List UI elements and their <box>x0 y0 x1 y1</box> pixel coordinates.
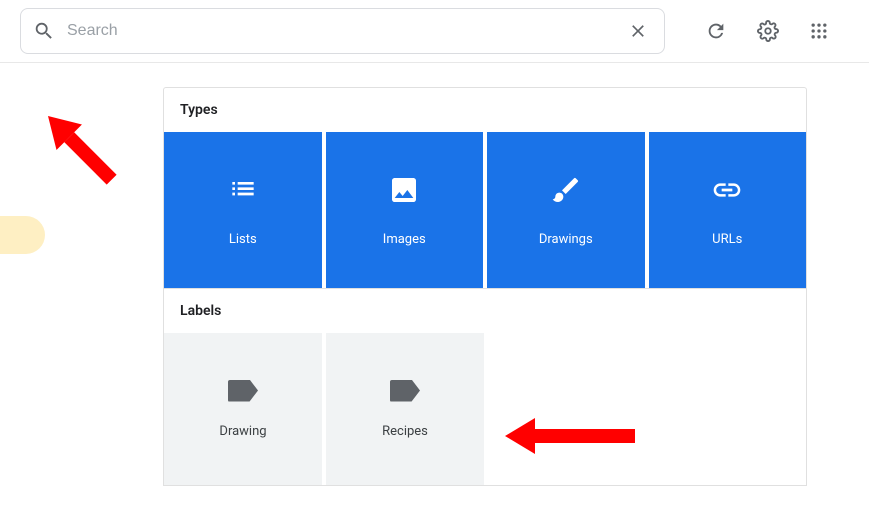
tile-label: Images <box>383 232 426 247</box>
gear-icon[interactable] <box>753 16 783 46</box>
brush-icon <box>550 174 582 206</box>
tile-label: Drawing <box>219 424 266 439</box>
tile-label: Recipes <box>382 424 428 439</box>
labels-header: Labels <box>164 289 806 333</box>
types-row: Lists Images Drawings URLs <box>164 132 806 288</box>
type-tile-drawings[interactable]: Drawings <box>487 132 645 288</box>
tile-label: URLs <box>712 232 742 247</box>
label-tile-recipes[interactable]: Recipes <box>326 333 484 485</box>
labels-panel: Labels Drawing Recipes <box>163 289 807 486</box>
topbar <box>0 0 869 63</box>
types-panel: Types Lists Images Drawings <box>163 87 807 289</box>
list-icon <box>227 174 259 206</box>
search-box[interactable] <box>20 8 665 54</box>
label-icon <box>228 380 258 402</box>
tile-label: Lists <box>229 232 257 247</box>
labels-row: Drawing Recipes <box>164 333 806 485</box>
types-header: Types <box>164 88 806 132</box>
close-icon[interactable] <box>624 17 652 45</box>
type-tile-lists[interactable]: Lists <box>164 132 322 288</box>
label-tile-drawing[interactable]: Drawing <box>164 333 322 485</box>
content-area: Types Lists Images Drawings <box>0 63 869 486</box>
label-icon <box>390 380 420 402</box>
refresh-icon[interactable] <box>701 16 731 46</box>
apps-grid-icon[interactable] <box>805 17 833 45</box>
tile-label: Drawings <box>539 232 593 247</box>
link-icon <box>711 174 743 206</box>
image-icon <box>388 174 420 206</box>
type-tile-images[interactable]: Images <box>326 132 484 288</box>
search-icon <box>33 20 55 42</box>
top-actions <box>701 16 833 46</box>
type-tile-urls[interactable]: URLs <box>649 132 807 288</box>
search-input[interactable] <box>67 22 624 40</box>
